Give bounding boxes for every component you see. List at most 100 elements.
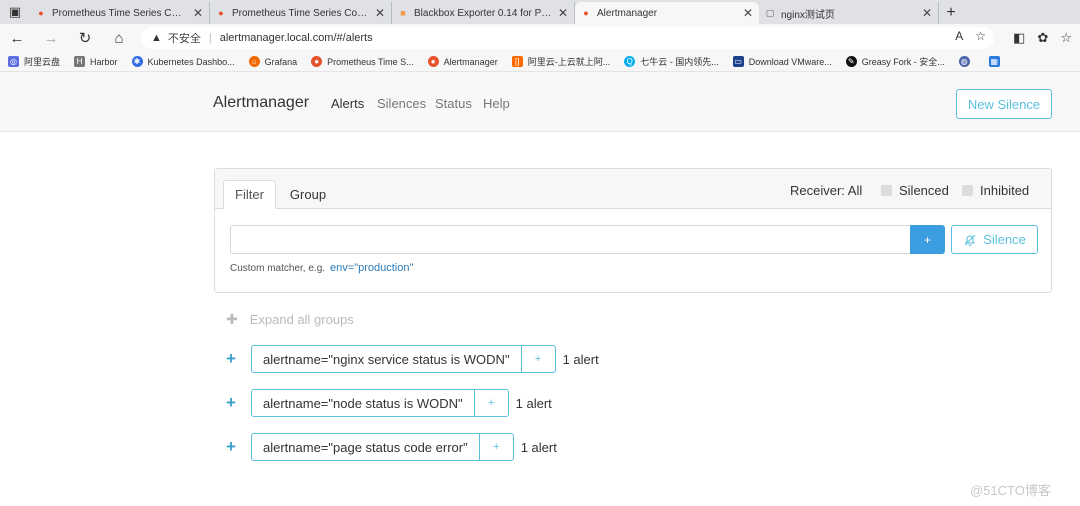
alertmanager-icon: ● xyxy=(427,56,439,67)
grafana-icon: ☼ xyxy=(248,56,260,67)
warning-triangle-icon[interactable]: ▲ xyxy=(151,32,162,44)
bookmark-label: 阿里云-上云就上阿... xyxy=(527,57,611,67)
kubernetes-icon: ✱ xyxy=(131,56,143,67)
add-group-filter-plus-icon[interactable]: + xyxy=(473,390,508,416)
bookmark-label: Grafana xyxy=(264,56,298,67)
favorite-star-icon[interactable]: ☆ xyxy=(975,29,986,43)
tab-title: Prometheus Time Series Collection xyxy=(232,7,369,19)
bookmark-item[interactable]: ◍ xyxy=(958,56,975,67)
reload-icon[interactable]: ↻ xyxy=(68,24,102,52)
checkbox-box[interactable] xyxy=(962,185,973,196)
add-matcher-button[interactable]: + xyxy=(910,225,945,254)
nav-alerts[interactable]: Alerts xyxy=(331,96,364,111)
brand-title[interactable]: Alertmanager xyxy=(213,94,309,112)
browser-tab[interactable]: ■ Blackbox Exporter 0.14 for Prometheus … xyxy=(392,2,575,24)
bookmark-item[interactable]: ✱ Kubernetes Dashbo... xyxy=(131,56,235,67)
browser-tab[interactable]: ▢ nginx测试页 ✕ xyxy=(759,2,939,24)
browser-tab[interactable]: ● Prometheus Time Series Collection ✕ xyxy=(210,2,392,24)
close-icon[interactable]: ✕ xyxy=(922,6,932,20)
extensions-icon[interactable]: ✿ xyxy=(1037,30,1048,46)
group-filter-button[interactable]: alertname="nginx service status is WODN"… xyxy=(251,345,556,373)
bookmark-label: Prometheus Time S... xyxy=(327,56,414,67)
bookmark-item[interactable]: H Harbor xyxy=(74,56,118,67)
insecure-label[interactable]: 不安全 xyxy=(168,30,201,46)
tab-title: Alertmanager xyxy=(597,7,658,19)
add-group-filter-plus-icon[interactable]: + xyxy=(520,346,555,372)
group-label[interactable]: alertname="nginx service status is WODN" xyxy=(252,346,521,372)
bookmark-item[interactable]: ● Alertmanager xyxy=(427,56,498,67)
close-icon[interactable]: ✕ xyxy=(375,6,385,20)
bookmark-item[interactable]: Q 七牛云 - 国内领先... xyxy=(624,55,719,68)
add-group-filter-plus-icon[interactable]: + xyxy=(478,434,513,460)
bookmark-label: Greasy Fork - 安全... xyxy=(861,57,945,67)
filter-card-header: Filter Group Receiver: All Silenced Inhi… xyxy=(215,169,1051,209)
silenced-checkbox[interactable]: Silenced xyxy=(881,183,949,198)
expand-all-label: Expand all groups xyxy=(249,312,354,327)
nav-silences[interactable]: Silences xyxy=(377,96,426,111)
browser-tab[interactable]: ● Prometheus Time Series Collection ✕ xyxy=(30,2,210,24)
bookmark-item[interactable]: ☼ Grafana xyxy=(248,56,298,67)
prometheus-icon: ● xyxy=(218,8,224,18)
bookmarks-bar: ◎ 阿里云盘 H Harbor ✱ Kubernetes Dashbo... ☼ Gra… xyxy=(0,52,1080,72)
group-label[interactable]: alertname="page status code error" xyxy=(252,434,479,460)
expand-group-plus-icon[interactable]: + xyxy=(224,437,238,457)
prometheus-icon: ● xyxy=(38,8,44,18)
group-label[interactable]: alertname="node status is WODN" xyxy=(252,390,474,416)
inhibited-checkbox[interactable]: Inhibited xyxy=(962,183,1029,198)
tab-actions-menu-icon[interactable]: ▣ xyxy=(0,0,30,24)
aliyun-icon: [] xyxy=(511,56,523,67)
bookmark-item[interactable]: ▭ Download VMware... xyxy=(732,56,832,67)
page-icon: ▢ xyxy=(765,7,775,18)
bookmark-label: Harbor xyxy=(90,56,118,67)
nav-status[interactable]: Status xyxy=(435,96,472,111)
new-tab-plus-icon[interactable]: + xyxy=(939,2,963,24)
plus-icon: ✚ xyxy=(226,311,238,327)
group-filter-button[interactable]: alertname="page status code error" + xyxy=(251,433,514,461)
alertmanager-icon: ● xyxy=(583,8,589,18)
bell-slash-icon xyxy=(964,234,976,246)
url-text[interactable]: alertmanager.local.com/#/alerts xyxy=(220,32,373,44)
nav-help[interactable]: Help xyxy=(483,96,510,111)
expand-group-plus-icon[interactable]: + xyxy=(224,393,238,413)
collections-icon[interactable]: ◧ xyxy=(1013,30,1025,46)
close-icon[interactable]: ✕ xyxy=(743,6,753,20)
bookmark-icon: ◎ xyxy=(8,56,19,67)
bookmark-label: Download VMware... xyxy=(748,56,832,67)
group-filter-button[interactable]: alertname="node status is WODN" + xyxy=(251,389,509,417)
expand-group-plus-icon[interactable]: + xyxy=(224,349,238,369)
hint-text: Custom matcher, e.g. xyxy=(230,263,326,274)
checkbox-label: Silenced xyxy=(899,183,949,198)
address-bar: ← → ↻ ⌂ ▲ 不安全 | alertmanager.local.com/#… xyxy=(0,24,1080,52)
browser-tab-active[interactable]: ● Alertmanager ✕ xyxy=(575,2,759,24)
tab-filter[interactable]: Filter xyxy=(223,180,276,209)
silence-button[interactable]: Silence xyxy=(951,225,1038,254)
new-silence-button[interactable]: New Silence xyxy=(956,89,1052,119)
bookmark-item[interactable]: ● Prometheus Time S... xyxy=(311,56,414,67)
receiver-selector[interactable]: Receiver: All xyxy=(790,183,862,198)
read-aloud-icon[interactable]: A xyxy=(955,29,963,43)
group-alert-count: 1 alert xyxy=(515,395,552,411)
url-omnibox[interactable]: ▲ 不安全 | alertmanager.local.com/#/alerts … xyxy=(141,27,994,49)
checkbox-box[interactable] xyxy=(881,185,892,196)
matcher-input[interactable] xyxy=(230,225,911,254)
globe-icon: ◍ xyxy=(958,56,970,67)
bookmark-item[interactable]: [] 阿里云-上云就上阿... xyxy=(511,55,611,68)
bookmark-item[interactable]: ◎ 阿里云盘 xyxy=(8,55,60,68)
bookmark-label: 七牛云 - 国内领先... xyxy=(640,57,719,67)
expand-all-groups[interactable]: ✚ Expand all groups xyxy=(226,311,354,328)
tab-group[interactable]: Group xyxy=(281,180,335,209)
tab-title: Prometheus Time Series Collection xyxy=(52,7,187,19)
qiniu-icon: Q xyxy=(624,56,636,67)
bookmark-item[interactable]: ✎ Greasy Fork - 安全... xyxy=(845,55,945,68)
matcher-hint: Custom matcher, e.g. env="production" xyxy=(230,262,413,274)
favorites-icon[interactable]: ☆ xyxy=(1060,30,1072,46)
home-icon[interactable]: ⌂ xyxy=(102,24,136,52)
group-alert-count: 1 alert xyxy=(520,439,557,455)
forward-arrow-icon[interactable]: → xyxy=(34,24,68,52)
greasyfork-icon: ✎ xyxy=(845,56,857,67)
close-icon[interactable]: ✕ xyxy=(193,6,203,20)
bookmark-item[interactable]: ▦ xyxy=(988,56,1005,67)
alert-group: + alertname="page status code error" + 1… xyxy=(224,433,557,461)
back-arrow-icon[interactable]: ← xyxy=(0,24,34,52)
close-icon[interactable]: ✕ xyxy=(558,6,568,20)
